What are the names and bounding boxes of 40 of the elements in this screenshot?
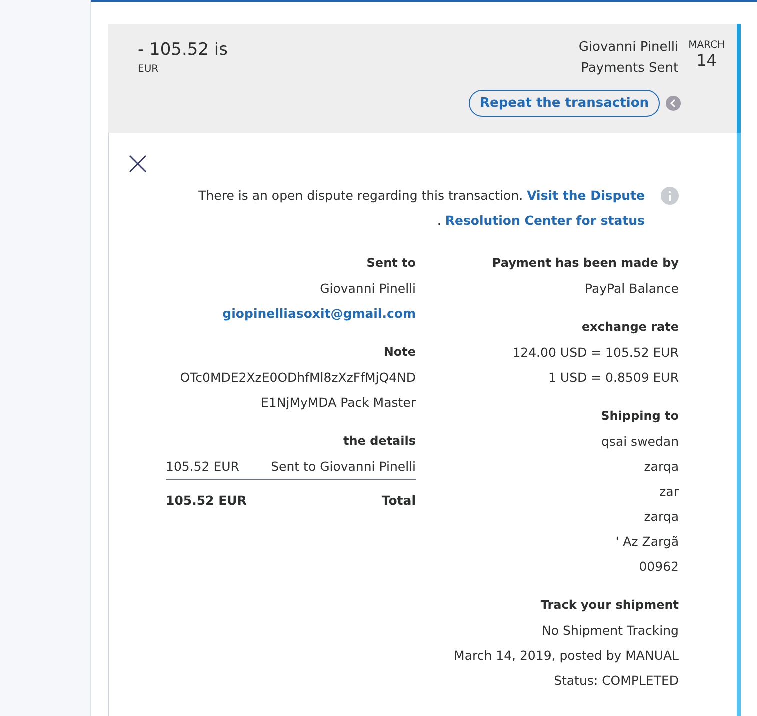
transaction-type: Payments Sent <box>581 61 679 76</box>
detail-text: 00962 <box>639 558 679 576</box>
dispute-message: There is an open dispute regarding this transaction. Visit the Dispute . Resolution Center for status <box>198 187 645 230</box>
close-icon[interactable] <box>129 155 147 173</box>
section-title: the details <box>343 433 416 450</box>
info-icon[interactable] <box>661 187 679 205</box>
section-title: Track your shipment <box>540 597 679 614</box>
total-label: Total <box>382 492 416 510</box>
section-title: Shipping to <box>601 408 679 425</box>
repeat-button[interactable]: Repeat the transaction <box>469 90 660 117</box>
collapse-icon[interactable] <box>666 96 681 111</box>
amount-text: 105.52 EUR <box>166 458 240 476</box>
detail-text: zarqa <box>644 508 679 526</box>
amount-text: 105.52 EUR <box>166 492 247 510</box>
section-title: exchange rate <box>582 319 679 336</box>
section-title: Payment has been made by <box>492 255 679 272</box>
detail-text: OTc0MDE2XzE0ODhfMl8zXzFfMjQ4ND <box>180 369 416 387</box>
month-text: MARCH <box>688 40 725 51</box>
detail-text: March 14, 2019, posted by MANUAL <box>454 647 679 665</box>
dispute-link[interactable]: Visit the Dispute <box>527 188 645 203</box>
detail-text: 124.00 USD = 105.52 EUR <box>512 344 679 362</box>
detail-text: zar <box>660 483 679 501</box>
resolution-link[interactable]: Resolution Center for status <box>445 213 645 228</box>
detail-text: E1NjMyMDA Pack Master <box>261 394 416 412</box>
amount-text: - 105.52 is <box>138 40 228 60</box>
detail-text: ' Az Zargã <box>616 533 679 551</box>
detail-text: 1 USD = 0.8509 EUR <box>548 369 679 387</box>
section-title: Sent to <box>366 255 416 272</box>
detail-text: PayPal Balance <box>585 280 679 298</box>
detail-text: Sent to Giovanni Pinelli <box>271 458 416 476</box>
email-link[interactable]: giopinelliasoxit@gmail.com <box>222 306 416 321</box>
detail-text: qsai swedan <box>602 433 679 451</box>
detail-text: Status: COMPLETED <box>554 672 679 690</box>
detail-text: zarqa <box>644 458 679 476</box>
section-title: Note <box>384 344 416 361</box>
currency-text: EUR <box>138 64 160 75</box>
day-text: 14 <box>696 51 717 70</box>
payee-name: Giovanni Pinelli <box>578 40 679 55</box>
detail-text: Giovanni Pinelli <box>320 280 416 298</box>
detail-text: No Shipment Tracking <box>542 622 679 640</box>
